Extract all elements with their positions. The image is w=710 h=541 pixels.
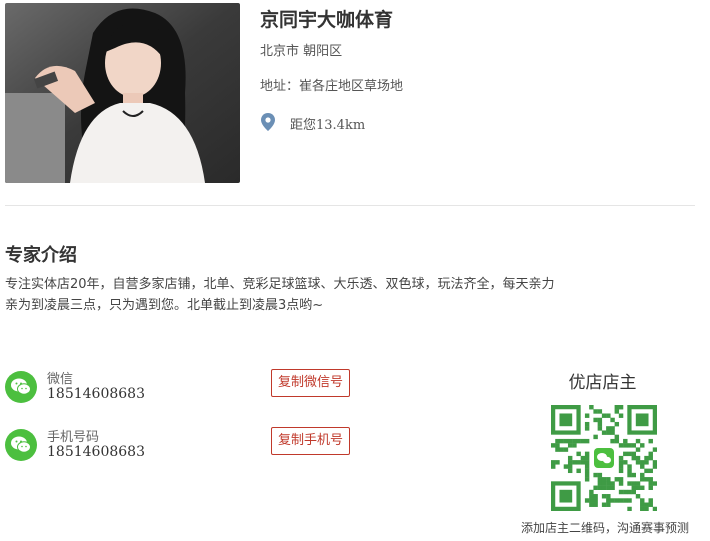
wechat-icon <box>5 429 37 461</box>
contact-row-phone: 手机号码 18514608683 复制手机号 <box>5 426 365 466</box>
intro-text: 专注实体店20年，自营多家店铺，北单、竞彩足球篮球、大乐透、双色球，玩法齐全，每… <box>5 274 605 316</box>
qr-caption: 添加店主二维码，沟通赛事预测 <box>520 521 689 535</box>
location-pin-icon <box>261 113 275 135</box>
copy-wechat-button[interactable]: 复制微信号 <box>271 369 351 397</box>
store-distance: 距您13.4km <box>290 118 366 133</box>
store-photo <box>5 3 240 183</box>
owner-qr-code <box>551 405 658 512</box>
store-name: 京同宇大咖体育 <box>260 9 394 31</box>
wechat-value: 18514608683 <box>47 386 145 402</box>
intro-line-2: 亲为到凌晨三点，只为遇到您。北单截止到凌晨3点哟~ <box>5 298 324 313</box>
wechat-label: 微信 <box>47 372 74 387</box>
contact-row-wechat: 微信 18514608683 复制微信号 <box>5 368 365 408</box>
store-address: 地址：崔各庄地区草场地 <box>260 79 404 94</box>
intro-line-1: 专注实体店20年，自营多家店铺，北单、竞彩足球篮球、大乐透、双色球，玩法齐全，每… <box>5 277 555 292</box>
section-title-intro: 专家介绍 <box>5 245 77 266</box>
section-divider <box>5 205 695 206</box>
owner-title: 优店店主 <box>568 373 637 393</box>
phone-label: 手机号码 <box>47 430 100 445</box>
wechat-icon <box>5 371 37 403</box>
store-city: 北京市 朝阳区 <box>260 44 343 59</box>
phone-value: 18514608683 <box>47 444 145 460</box>
copy-phone-button[interactable]: 复制手机号 <box>271 427 351 455</box>
